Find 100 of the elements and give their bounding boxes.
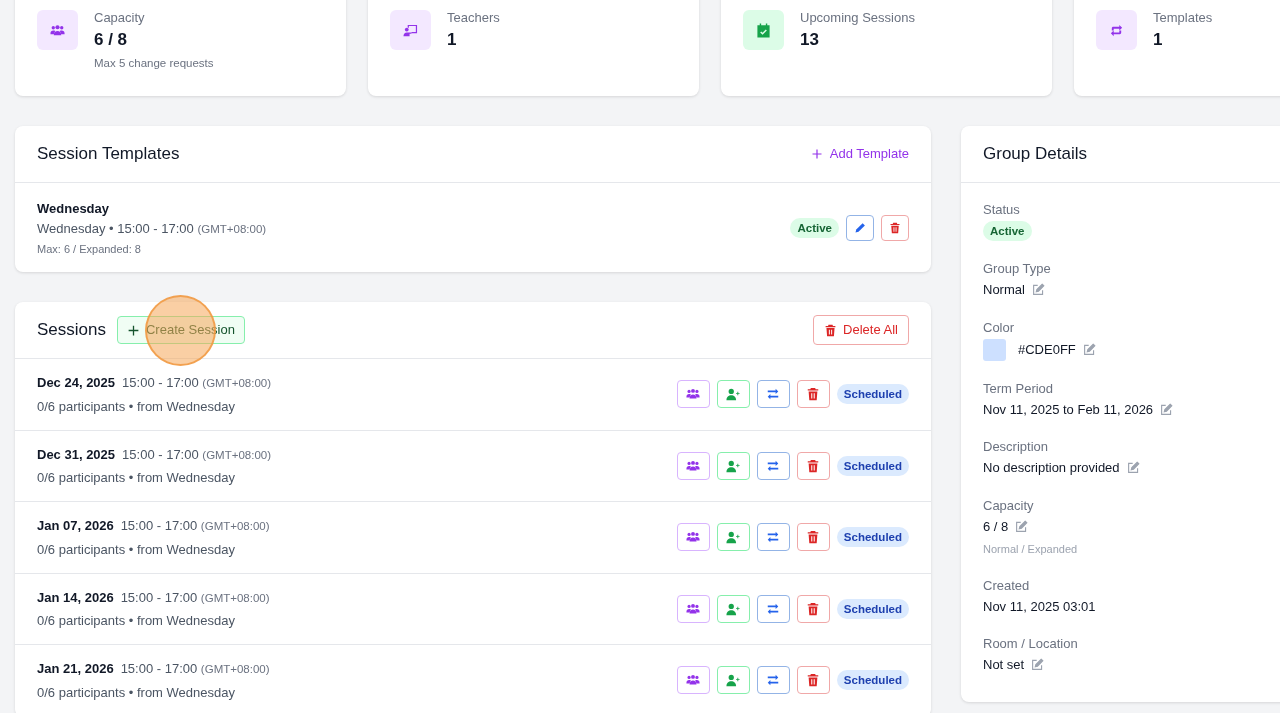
edit-button[interactable] bbox=[846, 215, 874, 241]
add-participant-button[interactable] bbox=[716, 594, 750, 623]
session-info: 0/6 participants • from Wednesday bbox=[37, 683, 236, 702]
person-add-icon bbox=[726, 673, 741, 688]
trash-icon bbox=[806, 601, 821, 616]
people-icon bbox=[686, 601, 701, 616]
trash-icon bbox=[806, 530, 821, 545]
stat-label: Capacity bbox=[94, 10, 146, 26]
panel-title: Sessions bbox=[37, 319, 106, 342]
plus-icon bbox=[127, 323, 140, 337]
session-date: Dec 24, 2025 bbox=[37, 374, 116, 392]
session-date: Jan 14, 2026 bbox=[37, 588, 114, 607]
add-participant-button[interactable] bbox=[716, 380, 750, 409]
trash-icon bbox=[806, 673, 821, 688]
timezone-label: (GMT+08:00) bbox=[202, 448, 271, 461]
session-date: Dec 31, 2025 bbox=[37, 445, 116, 464]
participants-button[interactable] bbox=[676, 594, 710, 623]
participants-button[interactable] bbox=[676, 666, 710, 695]
people-icon bbox=[50, 22, 65, 38]
field-label: Created bbox=[983, 576, 1031, 594]
stat-label: Teachers bbox=[447, 10, 500, 26]
delete-button[interactable] bbox=[796, 380, 830, 409]
edit-icon[interactable] bbox=[1031, 283, 1045, 297]
person-add-icon bbox=[726, 530, 741, 545]
field-label: Group Type bbox=[983, 260, 1052, 277]
trash-icon bbox=[889, 222, 901, 234]
add-participant-button[interactable] bbox=[716, 523, 750, 552]
session-info: 0/6 participants • from Wednesday bbox=[37, 397, 236, 416]
field-label: Term Period bbox=[983, 379, 1055, 397]
field-label: Description bbox=[983, 438, 1050, 455]
delete-all-button[interactable]: Delete All bbox=[813, 315, 909, 345]
template-limits: Max: 6 / Expanded: 8 bbox=[37, 241, 142, 257]
add-participant-button[interactable] bbox=[716, 451, 750, 480]
trash-icon bbox=[824, 323, 838, 337]
timezone-label: (GMT+08:00) bbox=[197, 222, 267, 235]
field-label: Status bbox=[983, 201, 1021, 218]
add-participant-button[interactable] bbox=[716, 666, 750, 695]
field-value: #CDE0FF bbox=[1018, 340, 1076, 359]
timezone-label: (GMT+08:00) bbox=[202, 377, 271, 389]
stat-label: Templates bbox=[1153, 10, 1213, 26]
participants-button[interactable] bbox=[676, 451, 710, 480]
field-value: Nov 11, 2025 03:01 bbox=[983, 597, 1096, 616]
template-schedule: Wednesday • 15:00 - 17:00 bbox=[37, 220, 195, 236]
person-add-icon bbox=[726, 601, 741, 616]
swap-button[interactable] bbox=[756, 451, 790, 480]
session-info: 0/6 participants • from Wednesday bbox=[37, 612, 236, 630]
pencil-icon bbox=[854, 222, 866, 234]
delete-button[interactable] bbox=[796, 523, 830, 552]
field-note: Normal / Expanded bbox=[983, 542, 1079, 557]
timezone-label: (GMT+08:00) bbox=[200, 663, 270, 675]
stat-value: 6 / 8 bbox=[94, 29, 129, 51]
participants-button[interactable] bbox=[676, 523, 710, 552]
trash-icon bbox=[806, 458, 821, 473]
session-info: 0/6 participants • from Wednesday bbox=[37, 469, 236, 487]
repeat-icon bbox=[1109, 22, 1124, 38]
session-time: 15:00 - 17:00 bbox=[120, 661, 199, 676]
field-label: Capacity bbox=[983, 496, 1035, 514]
stat-note: Max 5 change requests bbox=[94, 56, 214, 71]
edit-icon[interactable] bbox=[1031, 658, 1045, 672]
delete-button[interactable] bbox=[881, 215, 909, 241]
swap-button[interactable] bbox=[756, 594, 790, 623]
session-time: 15:00 - 17:00 bbox=[122, 375, 200, 390]
participants-button[interactable] bbox=[676, 380, 710, 409]
panel-title: Group Details bbox=[983, 143, 1087, 166]
session-date: Jan 07, 2026 bbox=[37, 517, 114, 535]
session-time: 15:00 - 17:00 bbox=[120, 589, 199, 605]
edit-icon[interactable] bbox=[1015, 519, 1029, 533]
stat-value: 13 bbox=[800, 29, 820, 51]
stat-value: 1 bbox=[447, 29, 458, 51]
field-value: 6 / 8 bbox=[983, 517, 1009, 536]
edit-icon[interactable] bbox=[1082, 343, 1096, 356]
delete-button[interactable] bbox=[796, 451, 830, 480]
calendar-check-icon bbox=[756, 22, 771, 38]
swap-button[interactable] bbox=[756, 380, 790, 409]
session-info: 0/6 participants • from Wednesday bbox=[37, 540, 236, 559]
status-badge: Scheduled bbox=[836, 455, 909, 476]
swap-button[interactable] bbox=[756, 666, 790, 695]
status-badge: Scheduled bbox=[836, 598, 909, 619]
stat-label: Upcoming Sessions bbox=[800, 10, 915, 26]
panel-title: Session Templates bbox=[37, 143, 180, 166]
timezone-label: (GMT+08:00) bbox=[200, 520, 270, 532]
delete-button[interactable] bbox=[796, 666, 830, 695]
field-label: Color bbox=[983, 318, 1016, 336]
field-value: Not set bbox=[983, 656, 1025, 674]
field-label: Room / Location bbox=[983, 635, 1079, 652]
add-template-link[interactable]: Add Template bbox=[810, 144, 909, 164]
status-badge: Active bbox=[790, 218, 839, 238]
delete-button[interactable] bbox=[796, 594, 830, 623]
person-add-icon bbox=[726, 387, 741, 402]
session-date: Jan 21, 2026 bbox=[37, 660, 114, 678]
presentation-icon bbox=[403, 22, 418, 38]
edit-icon[interactable] bbox=[1160, 402, 1174, 416]
status-badge: Scheduled bbox=[836, 527, 909, 548]
session-time: 15:00 - 17:00 bbox=[120, 518, 199, 533]
stat-value: 1 bbox=[1153, 29, 1164, 51]
field-value: Nov 11, 2025 to Feb 11, 2026 bbox=[983, 400, 1154, 419]
timezone-label: (GMT+08:00) bbox=[200, 591, 270, 604]
swap-button[interactable] bbox=[756, 523, 790, 552]
plus-icon bbox=[810, 148, 823, 160]
edit-icon[interactable] bbox=[1126, 461, 1140, 475]
